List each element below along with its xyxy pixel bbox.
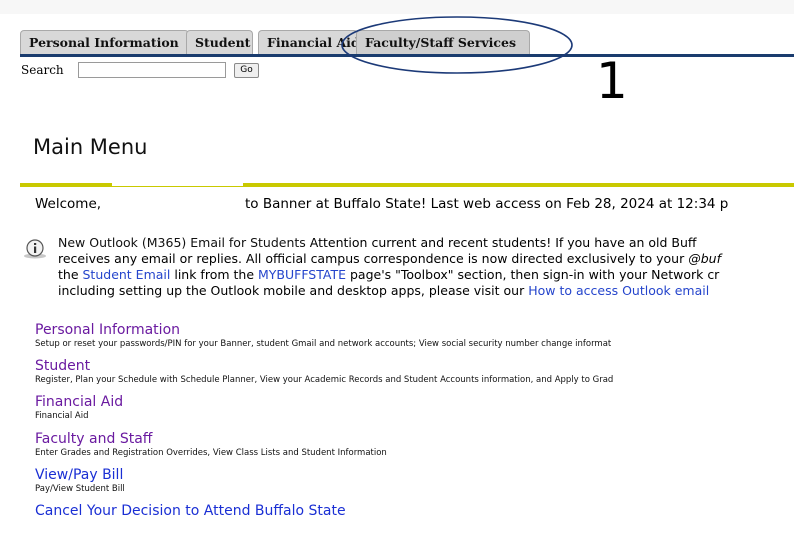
search-input[interactable] xyxy=(78,62,226,78)
top-band xyxy=(0,0,794,14)
notice-line-2: receives any email or replies. All offic… xyxy=(58,251,689,266)
menu-link-student[interactable]: Student xyxy=(35,358,613,375)
go-button[interactable]: Go xyxy=(234,63,259,78)
menu-item-view-pay-bill: View/Pay Bill Pay/View Student Bill xyxy=(35,467,125,495)
notice-heading: New Outlook (M365) Email for Students xyxy=(58,235,306,250)
notice-line-3b: link from the xyxy=(170,267,258,282)
menu-item-cancel-decision: Cancel Your Decision to Attend Buffalo S… xyxy=(35,503,346,520)
notice-line-1: Attention current and recent students! I… xyxy=(309,235,697,250)
menu-item-financial-aid: Financial Aid Financial Aid xyxy=(35,394,123,422)
menu-desc: Register, Plan your Schedule with Schedu… xyxy=(35,375,614,385)
menu-desc: Pay/View Student Bill xyxy=(35,484,125,494)
bottom-fade xyxy=(0,519,794,535)
menu-item-faculty-staff: Faculty and Staff Enter Grades and Regis… xyxy=(35,431,387,459)
welcome-message: to Banner at Buffalo State! Last web acc… xyxy=(245,196,729,212)
menu-item-personal-information: Personal Information Setup or reset your… xyxy=(35,322,611,350)
info-icon xyxy=(24,239,46,259)
welcome-greeting: Welcome, xyxy=(35,196,102,212)
banner-main-menu-page: Personal Information Student Financial A… xyxy=(0,0,794,535)
email-notice: New Outlook (M365) Email for Students At… xyxy=(58,235,794,299)
menu-desc: Enter Grades and Registration Overrides,… xyxy=(35,448,387,458)
menu-link-cancel-decision[interactable]: Cancel Your Decision to Attend Buffalo S… xyxy=(35,503,346,520)
menu-link-financial-aid[interactable]: Financial Aid xyxy=(35,394,123,411)
menu-desc: Setup or reset your passwords/PIN for yo… xyxy=(35,339,612,349)
tab-student[interactable]: Student xyxy=(186,30,253,54)
menu-link-view-pay-bill[interactable]: View/Pay Bill xyxy=(35,467,125,484)
menu-desc: Financial Aid xyxy=(35,411,89,421)
tab-underline xyxy=(20,54,794,57)
tab-personal-information[interactable]: Personal Information xyxy=(20,30,189,54)
search-label: Search xyxy=(21,63,64,77)
menu-link-faculty-staff[interactable]: Faculty and Staff xyxy=(35,431,387,448)
annotation-ellipse xyxy=(341,16,573,74)
menu-item-student: Student Register, Plan your Schedule wit… xyxy=(35,358,613,386)
notice-email-domain: @buf xyxy=(688,251,721,266)
page-title: Main Menu xyxy=(33,135,148,159)
menu-link-personal-information[interactable]: Personal Information xyxy=(35,322,611,339)
mybuffstate-link[interactable]: MYBUFFSTATE xyxy=(258,267,346,282)
notice-line-3a: the xyxy=(58,267,83,282)
tab-faculty-staff-services[interactable]: Faculty/Staff Services xyxy=(356,30,530,54)
divider-notch xyxy=(112,183,243,186)
student-email-link[interactable]: Student Email xyxy=(83,267,171,282)
outlook-help-link[interactable]: How to access Outlook email xyxy=(528,283,709,298)
notice-line-4: including setting up the Outlook mobile … xyxy=(58,283,529,298)
annotation-number: 1 xyxy=(596,52,628,110)
notice-line-3c: page's "Toolbox" section, then sign-in w… xyxy=(346,267,720,282)
tab-financial-aid[interactable]: Financial Aid xyxy=(258,30,360,54)
